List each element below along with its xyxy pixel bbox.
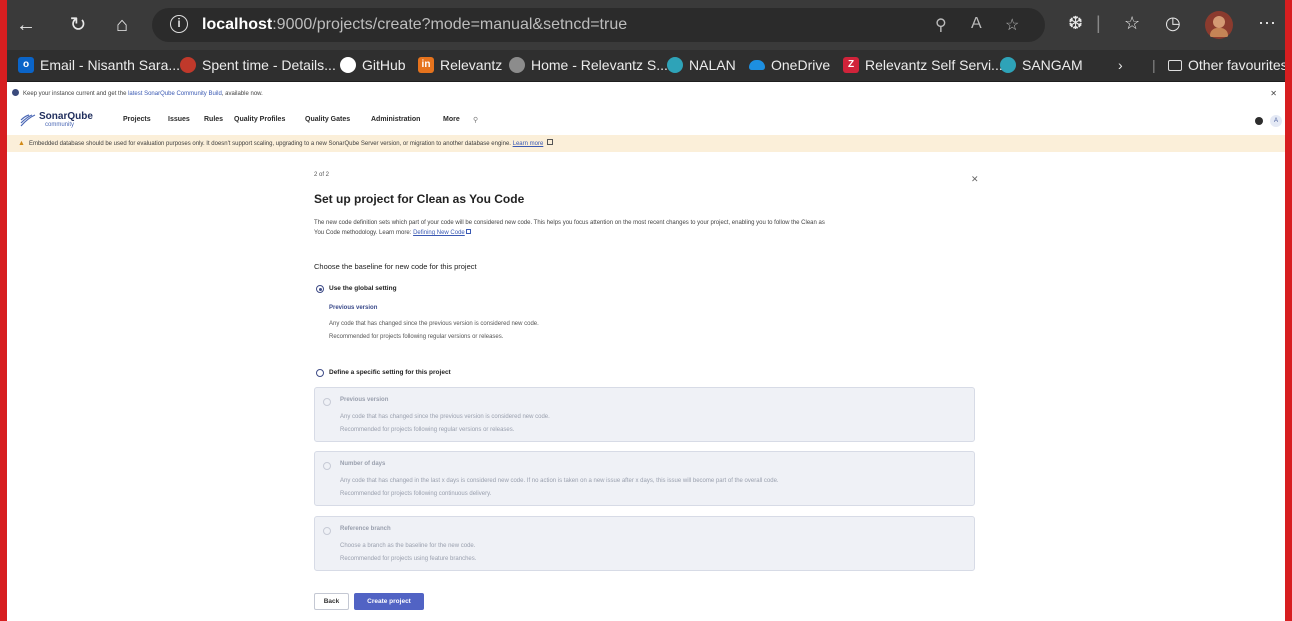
toolbar-divider: | — [1096, 13, 1101, 33]
global-setting-radio[interactable] — [316, 285, 324, 293]
other-favourites[interactable]: Other favourites — [1168, 57, 1288, 73]
nav-quality-gates[interactable]: Quality Gates — [305, 116, 350, 123]
favorites-bar: o Email - Nisanth Sara... Spent time - De… — [0, 50, 1292, 82]
fav-sangam[interactable]: SANGAM — [1000, 57, 1083, 73]
profile-avatar[interactable] — [1205, 11, 1233, 39]
site-info-icon[interactable]: i — [170, 15, 188, 33]
nav-quality-profiles[interactable]: Quality Profiles — [234, 116, 285, 123]
external-link-icon — [546, 139, 553, 145]
step-indicator: 2 of 2 — [314, 172, 330, 178]
close-icon[interactable]: ✕ — [1270, 89, 1277, 98]
learn-more-link[interactable]: Learn more — [513, 141, 544, 147]
global-setting-recommendation: Recommended for projects following regul… — [329, 334, 504, 340]
create-project-button[interactable]: Create project — [354, 593, 424, 610]
close-icon[interactable]: ✕ — [971, 174, 979, 185]
warning-icon: ▲ — [18, 140, 25, 147]
description: The new code definition sets which part … — [314, 220, 825, 236]
account-avatar[interactable]: A — [1270, 115, 1282, 127]
search-icon[interactable]: ⚲ — [473, 116, 478, 124]
fav-home-relevantz[interactable]: Home - Relevantz S... — [509, 57, 668, 73]
latest-build-link[interactable]: latest SonarQube Community Build — [128, 91, 222, 97]
specific-setting-radio[interactable] — [316, 369, 324, 377]
option-card-number-of-days[interactable]: Number of days Any code that has changed… — [314, 451, 975, 506]
baseline-heading: Choose the baseline for new code for thi… — [314, 262, 477, 271]
option-card-previous-version[interactable]: Previous version Any code that has chang… — [314, 387, 975, 442]
back-arrow-icon[interactable]: ← — [12, 11, 40, 39]
sonar-waves-icon — [20, 114, 36, 127]
global-setting-label[interactable]: Use the global setting — [329, 285, 397, 292]
new-code-setup-form: 2 of 2 ✕ Set up project for Clean as You… — [314, 170, 986, 610]
nav-projects[interactable]: Projects — [123, 116, 151, 123]
fav-onedrive[interactable]: OneDrive — [749, 57, 830, 73]
favorites-list-icon[interactable]: ☆ — [1124, 13, 1140, 34]
specific-setting-label[interactable]: Define a specific setting for this proje… — [329, 369, 451, 376]
external-link-icon — [466, 229, 472, 234]
relevantz-icon: in — [418, 57, 434, 73]
database-warning: ▲ Embedded database should be used for ev… — [7, 135, 1285, 152]
favbar-divider: | — [1152, 57, 1156, 73]
address-bar[interactable]: i localhost:9000/projects/create?mode=ma… — [152, 8, 1045, 42]
global-setting-value: Previous version — [329, 305, 378, 311]
url-text[interactable]: localhost:9000/projects/create?mode=manu… — [202, 16, 627, 34]
fav-nalan[interactable]: NALAN — [667, 57, 736, 73]
sonarqube-nav: SonarQube community Projects Issues Rule… — [7, 108, 1285, 132]
sonarqube-logo[interactable]: SonarQube community — [19, 111, 99, 129]
nav-administration[interactable]: Administration — [371, 116, 420, 123]
outlook-icon: o — [18, 57, 34, 73]
favorite-star-icon[interactable]: ☆ — [1005, 15, 1019, 35]
nav-more[interactable]: More — [443, 116, 460, 123]
sangam-icon — [1000, 57, 1016, 73]
fav-email[interactable]: o Email - Nisanth Sara... — [18, 57, 180, 73]
zoom-icon[interactable]: ⚲ — [935, 15, 947, 35]
number-of-days-radio[interactable] — [323, 462, 331, 470]
browser-toolbar: ← ↻ ⌂ i localhost:9000/projects/create?m… — [0, 0, 1292, 50]
zoho-icon: Z — [843, 57, 859, 73]
fav-relevantz-self-service[interactable]: Z Relevantz Self Servi... — [843, 57, 1003, 73]
fav-spent-time[interactable]: Spent time - Details... — [180, 57, 336, 73]
fav-relevantz[interactable]: in Relevantz — [418, 57, 502, 73]
nalan-icon — [667, 57, 683, 73]
page-title: Set up project for Clean as You Code — [314, 192, 525, 206]
redmine-icon — [180, 57, 196, 73]
chevron-right-icon[interactable]: › — [1118, 57, 1123, 73]
nav-rules[interactable]: Rules — [204, 116, 223, 123]
nav-issues[interactable]: Issues — [168, 116, 190, 123]
history-icon[interactable]: ◷ — [1165, 13, 1181, 34]
refresh-icon[interactable]: ↻ — [64, 11, 92, 39]
global-setting-desc: Any code that has changed since the prev… — [329, 321, 539, 327]
back-button[interactable]: Back — [314, 593, 349, 610]
upgrade-notice: Keep your instance current and get the l… — [7, 89, 1285, 101]
info-icon — [12, 89, 19, 96]
read-aloud-icon[interactable]: A — [971, 15, 982, 33]
home-icon[interactable]: ⌂ — [108, 11, 136, 39]
fav-github[interactable]: GitHub — [340, 57, 406, 73]
option-card-reference-branch[interactable]: Reference branch Choose a branch as the … — [314, 516, 975, 571]
home-site-icon — [509, 57, 525, 73]
reference-branch-radio[interactable] — [323, 527, 331, 535]
onedrive-icon — [749, 60, 765, 70]
defining-new-code-link[interactable]: Defining New Code — [413, 230, 465, 236]
extensions-icon[interactable]: ❆ — [1068, 13, 1083, 34]
folder-icon — [1168, 59, 1182, 71]
github-icon — [340, 57, 356, 73]
more-menu-icon[interactable]: ⋯ — [1258, 13, 1276, 34]
previous-version-radio[interactable] — [323, 398, 331, 406]
help-icon[interactable] — [1255, 117, 1263, 125]
